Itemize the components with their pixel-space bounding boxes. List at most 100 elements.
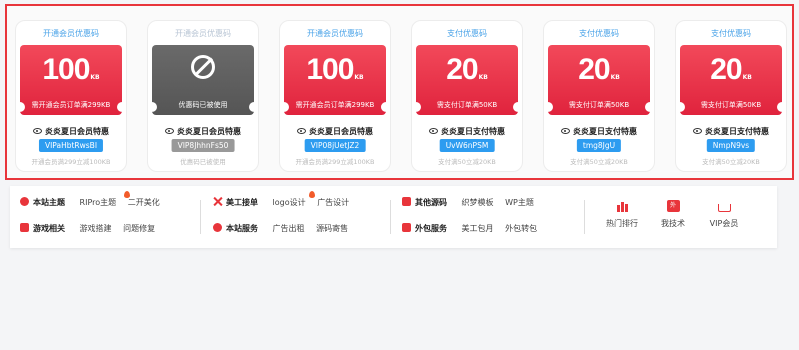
coupon-title: 开通会员优惠码 [175, 29, 231, 38]
quick-link-ranking[interactable]: 热门排行 [597, 200, 647, 229]
coupon-unit: KB [478, 74, 488, 81]
nav-head[interactable]: 美工接单 [226, 198, 258, 207]
eye-icon [297, 128, 306, 134]
coupon-name: 炎炎夏日支付特惠 [573, 127, 637, 136]
quick-link-vip[interactable]: VIP会员 [699, 200, 749, 229]
coupon-name: 炎炎夏日会员特惠 [309, 127, 373, 136]
coupon-unit: KB [610, 74, 620, 81]
eye-icon [165, 128, 174, 134]
coupon-code[interactable]: UvW6nPSM [439, 139, 495, 152]
coupon-name-row: 炎炎夏日支付特惠 [676, 126, 786, 137]
nav-head[interactable]: 外包服务 [415, 224, 447, 233]
coupon-condition: 需开通会员订单满299KB [31, 101, 111, 109]
nav-head[interactable]: 游戏相关 [33, 224, 65, 233]
tag-icon: 外 [666, 200, 680, 212]
divider [390, 200, 391, 234]
nav-group-themes: 本站主题 RIPro主题 二开美化 游戏相关 游戏搭建 问题修复 [20, 191, 169, 248]
coupon-title: 支付优惠码 [579, 29, 619, 38]
coupon-name-row: 炎炎夏日支付特惠 [544, 126, 654, 137]
coupon-condition: 优惠码已被使用 [178, 101, 228, 109]
coupon-condition: 需支付订单满50KB [700, 101, 762, 109]
divider [200, 200, 201, 234]
coupon-note: 支付满50立减20KB [702, 158, 760, 166]
coupon-card[interactable]: 开通会员优惠码 100KB 需开通会员订单满299KB 炎炎夏日会员特惠 VIP… [279, 20, 391, 172]
coupon-unit: KB [354, 74, 364, 81]
nav-head[interactable]: 本站服务 [226, 224, 258, 233]
coupon-code[interactable]: VIP08jUetJZ2 [304, 139, 366, 152]
ban-icon [191, 55, 215, 79]
coupon-ticket: 100KB 需开通会员订单满299KB [20, 45, 122, 115]
coupon-note: 支付满50立减20KB [570, 158, 628, 166]
coupon-name: 炎炎夏日会员特惠 [45, 127, 109, 136]
coupon-condition: 需开通会员订单满299KB [295, 101, 375, 109]
hot-icon [124, 191, 130, 198]
eye-icon [429, 128, 438, 134]
coupon-value: 100 [42, 53, 90, 86]
nav-link[interactable]: 二开美化 [128, 198, 160, 207]
nav-link[interactable]: WP主题 [505, 198, 534, 207]
nav-link[interactable]: logo设计 [273, 198, 306, 207]
coupon-name: 炎炎夏日支付特惠 [705, 127, 769, 136]
grid-icon [402, 197, 411, 206]
coupon-card[interactable]: 开通会员优惠码 优惠码已被使用 炎炎夏日会员特惠 VIP8JhhnFs50 优惠… [147, 20, 259, 172]
coupon-card[interactable]: 支付优惠码 20KB 需支付订单满50KB 炎炎夏日支付特惠 UvW6nPSM … [411, 20, 523, 172]
eye-icon [693, 128, 702, 134]
nav-link[interactable]: 广告设计 [317, 198, 349, 207]
nav-head[interactable]: 其他源码 [415, 198, 447, 207]
coupon-unit: KB [742, 74, 752, 81]
coupon-ticket: 20KB 需支付订单满50KB [680, 45, 782, 115]
crown-icon [717, 204, 731, 212]
category-nav: 本站主题 RIPro主题 二开美化 游戏相关 游戏搭建 问题修复 美工接单 lo… [10, 186, 777, 248]
coupon-title: 开通会员优惠码 [43, 29, 99, 38]
coupon-value: 20 [578, 53, 610, 86]
nav-group-design: 美工接单 logo设计 广告设计 本站服务 广告出租 源码寄售 [213, 191, 358, 248]
coupon-ticket: 优惠码已被使用 [152, 45, 254, 115]
coupon-card[interactable]: 开通会员优惠码 100KB 需开通会员订单满299KB 炎炎夏日会员特惠 VIP… [15, 20, 127, 172]
nav-link[interactable]: 源码寄售 [316, 224, 348, 233]
coupon-code[interactable]: VIP8JhhnFs50 [171, 139, 235, 152]
heart-icon [213, 223, 222, 232]
hot-icon [309, 191, 315, 198]
bar-chart-icon [616, 200, 629, 212]
coupon-ticket: 20KB 需支付订单满50KB [416, 45, 518, 115]
coupon-list: 开通会员优惠码 100KB 需开通会员订单满299KB 炎炎夏日会员特惠 VIP… [15, 20, 787, 172]
nav-group-source: 其他源码 织梦模板 WP主题 外包服务 美工包月 外包转包 [402, 196, 546, 248]
coupon-title: 支付优惠码 [447, 29, 487, 38]
nav-link[interactable]: 问题修复 [123, 224, 155, 233]
coupon-name-row: 炎炎夏日会员特惠 [16, 126, 126, 137]
coupon-note: 开通会员满299立减100KB [31, 158, 111, 166]
coupon-condition: 需支付订单满50KB [568, 101, 630, 109]
nav-link[interactable]: 广告出租 [273, 224, 305, 233]
coupon-ticket: 100KB 需开通会员订单满299KB [284, 45, 386, 115]
coupon-name: 炎炎夏日会员特惠 [177, 127, 241, 136]
coupon-code[interactable]: NmpN9vs [706, 139, 756, 152]
coupon-card[interactable]: 支付优惠码 20KB 需支付订单满50KB 炎炎夏日支付特惠 NmpN9vs 支… [675, 20, 787, 172]
coupon-note: 支付满50立减20KB [438, 158, 496, 166]
coupon-note: 优惠码已被使用 [180, 158, 226, 166]
nav-head[interactable]: 本站主题 [33, 198, 65, 207]
quick-link-label: 热门排行 [606, 219, 638, 228]
nav-link[interactable]: 织梦模板 [462, 198, 494, 207]
coupon-section: 开通会员优惠码 100KB 需开通会员订单满299KB 炎炎夏日会员特惠 VIP… [5, 4, 794, 180]
coupon-code[interactable]: tmg8JgU [576, 139, 622, 152]
close-icon [213, 197, 222, 206]
coupon-code[interactable]: VIPaHbtRwsBI [38, 139, 104, 152]
coupon-ticket: 20KB 需支付订单满50KB [548, 45, 650, 115]
nav-link[interactable]: 美工包月 [462, 224, 494, 233]
coupon-card[interactable]: 支付优惠码 20KB 需支付订单满50KB 炎炎夏日支付特惠 tmg8JgU 支… [543, 20, 655, 172]
nav-link[interactable]: RIPro主题 [80, 198, 117, 207]
quick-link-label: 我技术 [661, 219, 685, 228]
coupon-note: 开通会员满299立减100KB [295, 158, 375, 166]
coupon-value: 20 [710, 53, 742, 86]
coupon-name-row: 炎炎夏日会员特惠 [280, 126, 390, 137]
coupon-value: 100 [306, 53, 354, 86]
eye-icon [561, 128, 570, 134]
package-icon [402, 223, 411, 232]
nav-link[interactable]: 外包转包 [505, 224, 537, 233]
quick-link-tech[interactable]: 外 我技术 [648, 200, 698, 229]
quick-link-label: VIP会员 [709, 219, 739, 228]
gamepad-icon [20, 223, 29, 232]
nav-link[interactable]: 游戏搭建 [80, 224, 112, 233]
coupon-name-row: 炎炎夏日支付特惠 [412, 126, 522, 137]
divider [584, 200, 585, 234]
